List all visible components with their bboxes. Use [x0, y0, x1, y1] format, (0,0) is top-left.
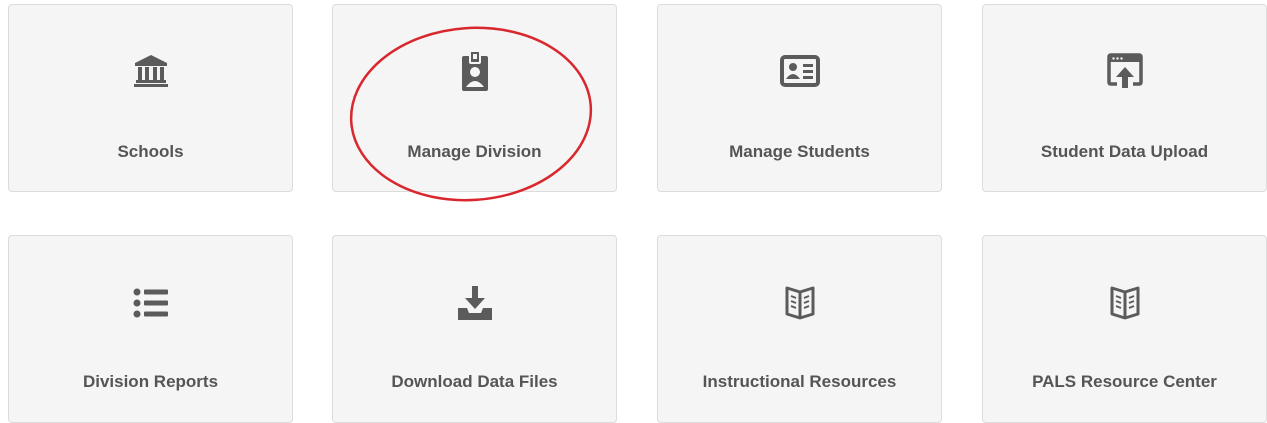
- tile-pals-resource-center[interactable]: PALS Resource Center: [982, 235, 1267, 423]
- tile-label: Download Data Files: [391, 372, 558, 391]
- tile-label: Student Data Upload: [1040, 142, 1209, 161]
- tile-manage-students[interactable]: Manage Students: [657, 4, 942, 192]
- tile-instructional-resources[interactable]: Instructional Resources: [657, 235, 942, 423]
- bank-icon: [9, 49, 292, 93]
- open-book-icon: [658, 281, 941, 325]
- list-icon: [9, 281, 292, 325]
- download-tray-icon: [333, 281, 616, 325]
- id-badge-icon: [333, 49, 616, 93]
- tile-division-reports[interactable]: Division Reports: [8, 235, 293, 423]
- tile-label: Instructional Resources: [702, 372, 897, 391]
- id-card-icon: [658, 49, 941, 93]
- tile-label: Manage Division: [407, 142, 542, 161]
- upload-window-icon: [983, 49, 1266, 93]
- open-book-icon: [983, 281, 1266, 325]
- tile-download-data-files[interactable]: Download Data Files: [332, 235, 617, 423]
- tile-schools[interactable]: Schools: [8, 4, 293, 192]
- tile-manage-division[interactable]: Manage Division: [332, 4, 617, 192]
- tile-label: Schools: [117, 142, 184, 161]
- tile-label: Manage Students: [729, 142, 870, 161]
- tile-student-data-upload[interactable]: Student Data Upload: [982, 4, 1267, 192]
- tile-label: Division Reports: [82, 372, 219, 391]
- tile-label: PALS Resource Center: [1032, 372, 1217, 391]
